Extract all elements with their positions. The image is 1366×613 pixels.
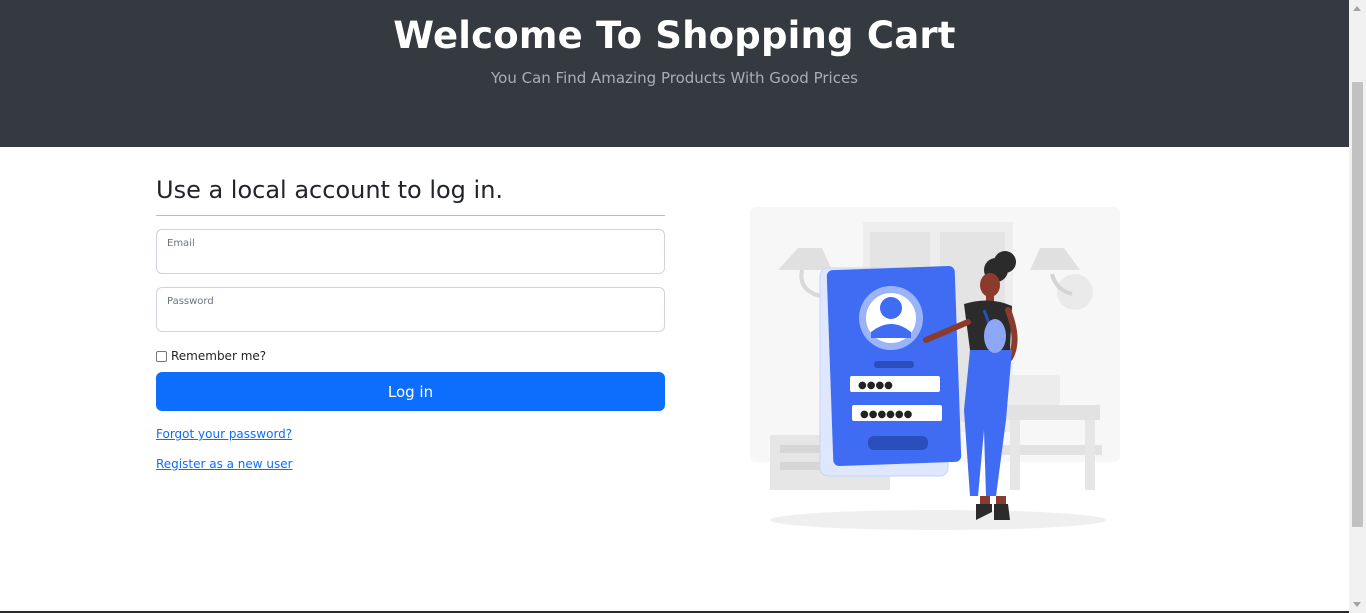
vertical-scrollbar[interactable] xyxy=(1349,0,1366,613)
scroll-up-icon[interactable] xyxy=(1353,6,1361,11)
page-title: Welcome To Shopping Cart xyxy=(393,14,956,57)
login-button[interactable]: Log in xyxy=(156,372,665,411)
hero-banner: Welcome To Shopping Cart You Can Find Am… xyxy=(0,0,1349,147)
remember-me[interactable]: Remember me? xyxy=(156,348,665,364)
register-link[interactable]: Register as a new user xyxy=(156,457,665,471)
email-field[interactable]: Email xyxy=(156,229,665,274)
email-label: Email xyxy=(167,238,195,249)
remember-label[interactable]: Remember me? xyxy=(171,349,266,363)
forgot-password-link[interactable]: Forgot your password? xyxy=(156,427,665,441)
page-subtitle: You Can Find Amazing Products With Good … xyxy=(490,69,858,87)
password-input[interactable] xyxy=(167,309,654,327)
login-illustration: ●●●● ●●●●●● xyxy=(720,190,1160,540)
password-label: Password xyxy=(167,296,214,307)
scroll-down-icon[interactable] xyxy=(1353,602,1361,607)
divider xyxy=(156,215,665,216)
login-form: Use a local account to log in. Email Pas… xyxy=(156,170,665,471)
email-input[interactable] xyxy=(167,251,654,269)
login-heading: Use a local account to log in. xyxy=(156,176,504,204)
password-field[interactable]: Password xyxy=(156,287,665,332)
masked-password-text: ●●●●●● xyxy=(860,409,913,420)
masked-email-text: ●●●● xyxy=(858,380,893,391)
scrollbar-thumb[interactable] xyxy=(1352,82,1363,527)
login-illustration-icon: ●●●● ●●●●●● xyxy=(750,207,1120,530)
remember-checkbox[interactable] xyxy=(156,350,167,362)
